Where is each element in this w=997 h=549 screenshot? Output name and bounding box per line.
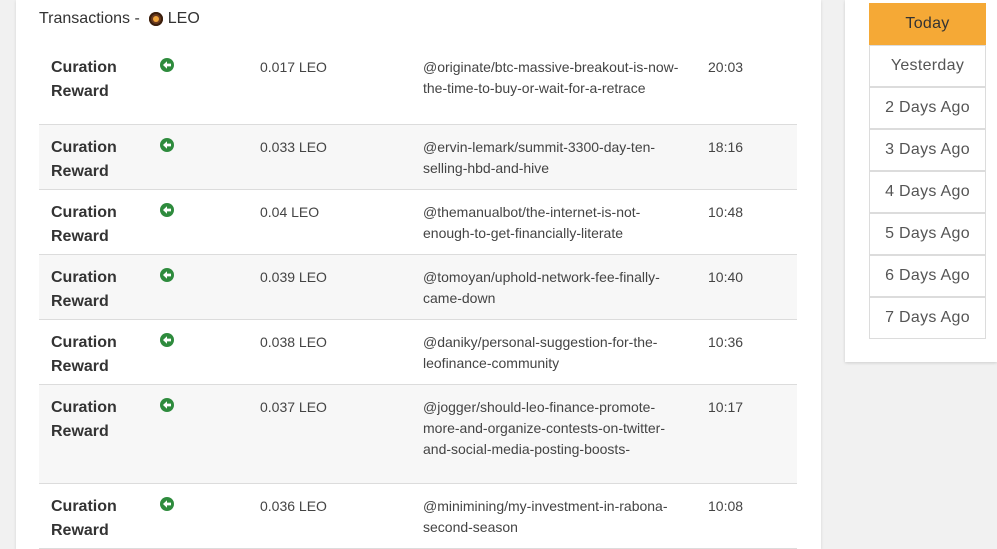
transaction-time: 10:36 <box>708 334 744 350</box>
transaction-row: Curation Reward 0.033 LEO @ervin-lemark/su… <box>39 125 797 190</box>
date-filter-panel: Today Yesterday 2 Days Ago 3 Days Ago 4 Days… <box>845 0 997 362</box>
transaction-memo-link[interactable]: @themanualbot/the-internet-is-not-enough… <box>423 202 688 244</box>
transaction-amount: 0.037 LEO <box>260 399 327 415</box>
leo-token-icon <box>148 12 163 26</box>
transaction-memo-link[interactable]: @ervin-lemark/summit-3300-day-ten-sellin… <box>423 137 688 179</box>
transactions-header: Transactions - LEO <box>39 10 200 28</box>
transaction-memo-link[interactable]: @minimining/my-investment-in-rabona-seco… <box>423 496 688 538</box>
transaction-amount: 0.039 LEO <box>260 269 327 285</box>
transaction-time: 10:48 <box>708 204 744 220</box>
arrow-left-circle-icon <box>160 333 174 347</box>
transaction-amount: 0.038 LEO <box>260 334 327 350</box>
transaction-type: Curation Reward <box>51 139 117 180</box>
transaction-memo-link[interactable]: @jogger/should-leo-finance-promote-more-… <box>423 397 688 460</box>
transaction-type: Curation Reward <box>51 334 117 375</box>
transaction-row: Curation Reward 0.038 LEO @daniky/personal… <box>39 320 797 385</box>
transaction-row: Curation Reward 0.037 LEO @jogger/should-l… <box>39 385 797 484</box>
date-filter-yesterday[interactable]: Yesterday <box>869 45 986 87</box>
arrow-left-circle-icon <box>160 497 174 511</box>
token-name: LEO <box>167 10 200 27</box>
date-filter-7-days-ago[interactable]: 7 Days Ago <box>869 297 986 339</box>
transaction-time: 20:03 <box>708 59 744 75</box>
arrow-left-circle-icon <box>160 58 174 72</box>
transaction-row: Curation Reward 0.039 LEO @tomoyan/uphold-… <box>39 255 797 320</box>
transaction-memo-link[interactable]: @tomoyan/uphold-network-fee-finally-came… <box>423 267 688 309</box>
transaction-time: 10:40 <box>708 269 744 285</box>
transaction-amount: 0.017 LEO <box>260 59 327 75</box>
transactions-title: Transactions - <box>39 10 140 27</box>
date-filter-6-days-ago[interactable]: 6 Days Ago <box>869 255 986 297</box>
date-filter-today[interactable]: Today <box>869 3 986 45</box>
transactions-table: Curation Reward 0.017 LEO @originate/btc-m… <box>39 45 797 549</box>
arrow-left-circle-icon <box>160 398 174 412</box>
transaction-time: 18:16 <box>708 139 744 155</box>
date-filter-2-days-ago[interactable]: 2 Days Ago <box>869 87 986 129</box>
transaction-amount: 0.033 LEO <box>260 139 327 155</box>
arrow-left-circle-icon <box>160 138 174 152</box>
transaction-time: 10:17 <box>708 399 744 415</box>
transaction-row: Curation Reward 0.04 LEO @themanualbot/the… <box>39 190 797 255</box>
transaction-amount: 0.04 LEO <box>260 204 320 220</box>
date-filter-3-days-ago[interactable]: 3 Days Ago <box>869 129 986 171</box>
transaction-row: Curation Reward 0.036 LEO @minimining/my-i… <box>39 484 797 549</box>
date-filter-5-days-ago[interactable]: 5 Days Ago <box>869 213 986 255</box>
transaction-memo-link[interactable]: @originate/btc-massive-breakout-is-now-t… <box>423 57 688 99</box>
transaction-memo-link[interactable]: @daniky/personal-suggestion-for-the-leof… <box>423 332 688 374</box>
transaction-type: Curation Reward <box>51 498 117 539</box>
transaction-row: Curation Reward 0.017 LEO @originate/btc-m… <box>39 45 797 125</box>
transaction-type: Curation Reward <box>51 204 117 245</box>
arrow-left-circle-icon <box>160 268 174 282</box>
transaction-type: Curation Reward <box>51 399 117 440</box>
transaction-time: 10:08 <box>708 498 744 514</box>
transaction-type: Curation Reward <box>51 59 117 100</box>
transaction-amount: 0.036 LEO <box>260 498 327 514</box>
transaction-type: Curation Reward <box>51 269 117 310</box>
arrow-left-circle-icon <box>160 203 174 217</box>
date-filter-4-days-ago[interactable]: 4 Days Ago <box>869 171 986 213</box>
